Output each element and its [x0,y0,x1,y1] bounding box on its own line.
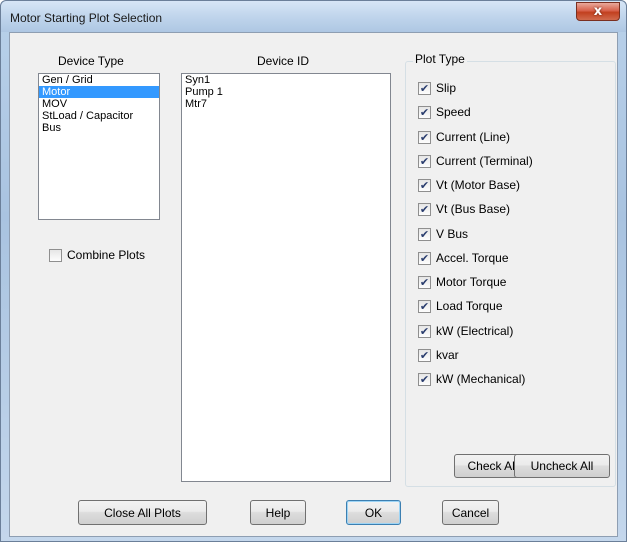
close-icon: x [593,4,603,19]
checkbox[interactable]: ✔ [418,348,431,362]
plot-type-option[interactable]: ✔ kW (Electrical) [418,323,513,339]
plot-type-option[interactable]: ✔ Load Torque [418,298,503,314]
plot-type-option-label: kvar [436,348,459,362]
plot-type-option[interactable]: ✔ Speed [418,104,471,120]
device-id-label: Device ID [257,54,310,68]
device-type-item[interactable]: Bus [39,122,159,134]
combine-plots-label: Combine Plots [67,248,146,262]
plot-type-option[interactable]: ✔ Current (Terminal) [418,153,533,169]
checkbox[interactable]: ✔ [418,275,431,289]
device-type-item[interactable]: MOV [39,98,159,110]
plot-type-option[interactable]: ✔ kvar [418,347,459,363]
plot-type-option-label: kW (Mechanical) [436,372,526,386]
plot-type-option[interactable]: ✔ Current (Line) [418,129,510,145]
plot-type-legend: Plot Type [413,52,467,66]
dialog-client-area: Device Type Gen / Grid Motor MOV StLoad / C… [9,32,618,537]
ok-button[interactable]: OK [346,500,401,525]
checkbox[interactable]: ✔ [418,372,431,386]
plot-type-option-label: Speed [436,105,471,119]
close-all-plots-button[interactable]: Close All Plots [78,500,207,525]
combine-plots-checkbox[interactable] [49,248,62,262]
plot-type-option-label: Load Torque [436,299,503,313]
device-type-item[interactable]: Gen / Grid [39,74,159,86]
close-button[interactable]: x [576,2,620,21]
plot-type-option[interactable]: ✔ Vt (Bus Base) [418,201,510,217]
dialog-window: Motor Starting Plot Selection x Device T… [0,0,627,542]
plot-type-option-label: Current (Terminal) [436,154,533,168]
plot-type-option-label: Motor Torque [436,275,507,289]
plot-type-option-label: Accel. Torque [436,251,509,265]
plot-type-option[interactable]: ✔ Slip [418,80,456,96]
window-title: Motor Starting Plot Selection [10,11,163,25]
title-bar[interactable]: Motor Starting Plot Selection x [1,1,626,32]
device-id-listbox[interactable]: Syn1 Pump 1 Mtr7 [181,73,391,482]
plot-type-option-label: V Bus [436,227,469,241]
device-type-item[interactable]: Motor [39,86,159,98]
plot-type-option-label: Vt (Motor Base) [436,178,521,192]
checkbox[interactable]: ✔ [418,154,431,168]
checkbox[interactable]: ✔ [418,178,431,192]
device-type-item[interactable]: StLoad / Capacitor [39,110,159,122]
checkbox[interactable]: ✔ [418,227,431,241]
checkbox[interactable]: ✔ [418,251,431,265]
checkbox[interactable]: ✔ [418,202,431,216]
checkbox[interactable]: ✔ [418,81,431,95]
device-id-item[interactable]: Pump 1 [182,86,390,98]
plot-type-option-label: kW (Electrical) [436,324,514,338]
cancel-button[interactable]: Cancel [442,500,499,525]
device-type-listbox[interactable]: Gen / Grid Motor MOV StLoad / Capacitor Bus [38,73,160,220]
plot-type-option-label: Slip [436,81,457,95]
checkbox[interactable]: ✔ [418,105,431,119]
plot-type-option-label: Current (Line) [436,130,511,144]
device-type-label: Device Type [58,54,124,68]
device-id-item[interactable]: Syn1 [182,74,390,86]
checkbox[interactable]: ✔ [418,130,431,144]
combine-plots-checkbox-row[interactable]: Combine Plots [49,247,145,263]
plot-type-option[interactable]: ✔ kW (Mechanical) [418,371,525,387]
plot-type-option[interactable]: ✔ V Bus [418,226,468,242]
plot-type-option[interactable]: ✔ Vt (Motor Base) [418,177,520,193]
device-id-item[interactable]: Mtr7 [182,98,390,110]
checkbox[interactable]: ✔ [418,324,431,338]
plot-type-option-label: Vt (Bus Base) [436,202,511,216]
plot-type-option[interactable]: ✔ Motor Torque [418,274,506,290]
uncheck-all-button[interactable]: Uncheck All [514,454,610,478]
plot-type-option[interactable]: ✔ Accel. Torque [418,250,509,266]
checkbox[interactable]: ✔ [418,299,431,313]
help-button[interactable]: Help [250,500,306,525]
